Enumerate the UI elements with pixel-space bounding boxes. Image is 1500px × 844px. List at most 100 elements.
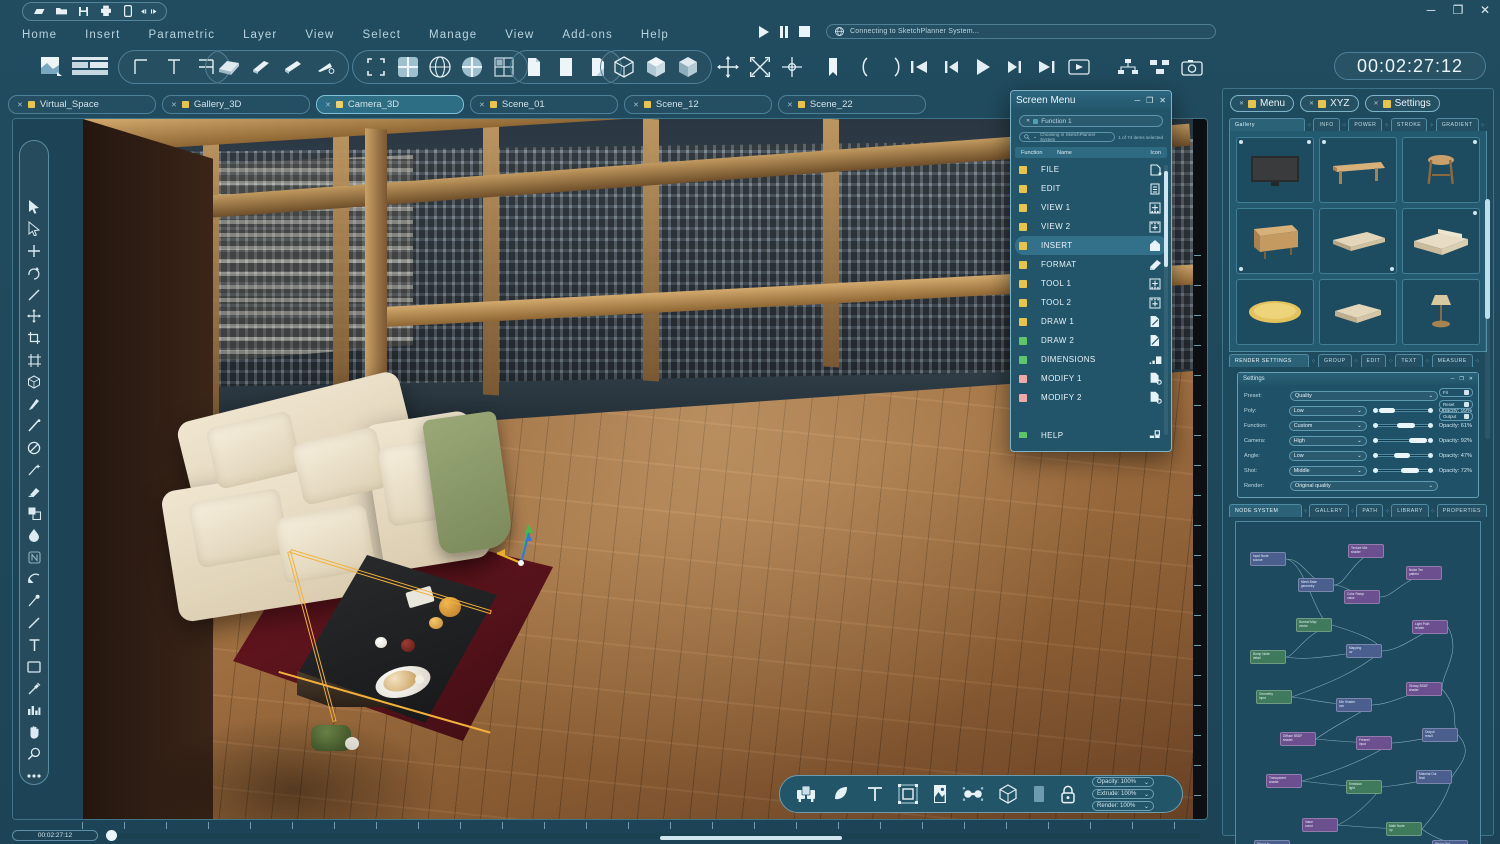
search-input[interactable]: ⌄ Choosing in SketchPlanner System [1019, 132, 1115, 142]
node-item[interactable]: Material Outfinal [1416, 770, 1452, 784]
function-dropdown[interactable]: Custom⌄ [1289, 421, 1367, 431]
align-center-icon[interactable] [161, 54, 187, 80]
cube-icon[interactable] [24, 374, 44, 390]
menu-row-tool2[interactable]: TOOL 2 [1011, 293, 1171, 312]
tab-close-icon[interactable]: ✕ [1309, 100, 1314, 107]
node-item[interactable]: Light Pathrender [1412, 620, 1448, 634]
menu-item-parametric[interactable]: Parametric [134, 29, 229, 41]
gallery-item-cabinet[interactable] [1236, 208, 1314, 274]
render-frame-icon[interactable] [1066, 54, 1092, 80]
tab-render-settings[interactable]: RENDER SETTINGS [1229, 354, 1309, 367]
menu-row-help[interactable]: HELP [1011, 426, 1171, 438]
camera-icon[interactable] [1179, 54, 1205, 80]
node-item[interactable]: Valueconst [1302, 818, 1338, 832]
settings-minimize-button[interactable]: ─ [1451, 376, 1455, 382]
node-item[interactable]: Normal Mapvector [1296, 618, 1332, 632]
folder-icon[interactable] [52, 4, 71, 19]
syringe-icon[interactable] [24, 681, 44, 697]
menu-item-view-2[interactable]: View [491, 29, 548, 41]
gallery-item-ottoman[interactable] [1319, 279, 1397, 345]
swatch-icon[interactable] [1032, 783, 1046, 805]
tab-stroke[interactable]: STROKE [1391, 118, 1427, 131]
timeline-playhead[interactable] [106, 830, 117, 841]
node-item[interactable]: Mix Shadermix [1336, 698, 1372, 712]
node-item[interactable]: Fresnelinput [1356, 736, 1392, 750]
menu-row-insert[interactable]: INSERT [1015, 236, 1167, 255]
panel-tab-menu[interactable]: ✕Menu [1230, 95, 1294, 112]
selection-frame-icon[interactable] [363, 54, 389, 80]
tab-scene-01[interactable]: ✕Scene_01 [470, 95, 618, 114]
node-graph-canvas[interactable]: Input Nodesource Mesh Basegeometry Textu… [1235, 521, 1481, 844]
tab-close-icon[interactable]: ✕ [787, 101, 793, 109]
tab-virtual-space[interactable]: ✕Virtual_Space [8, 95, 156, 114]
poly-slider[interactable] [1373, 406, 1433, 416]
hand-icon[interactable] [24, 724, 44, 740]
tab-library[interactable]: LIBRARY [1391, 504, 1429, 517]
node-item[interactable]: Diffuse BSDFshader [1280, 732, 1316, 746]
tab-properties[interactable]: PROPERTIES [1437, 504, 1487, 517]
right-panel-scrollbar[interactable] [1485, 199, 1490, 439]
tab-edit[interactable]: EDIT [1361, 354, 1387, 367]
view1-icon[interactable] [1147, 201, 1163, 215]
insert-icon[interactable] [1147, 239, 1163, 253]
curve-icon[interactable] [24, 571, 44, 587]
node-item[interactable]: Outputresult [1422, 728, 1458, 742]
view2-icon[interactable] [1147, 220, 1163, 234]
tab-scene-12[interactable]: ✕Scene_12 [624, 95, 772, 114]
tool2-icon[interactable] [1147, 296, 1163, 310]
chart-icon[interactable] [24, 702, 44, 718]
droplet-icon[interactable] [24, 527, 44, 543]
cube-shaded-icon[interactable] [675, 54, 701, 80]
help-icon[interactable] [1147, 429, 1163, 439]
angle-dropdown[interactable]: Low⌄ [1289, 451, 1367, 461]
more-options-icon[interactable] [24, 768, 44, 784]
edit-icon[interactable] [1147, 182, 1163, 196]
node-link-icon[interactable] [962, 783, 984, 805]
page-single-icon[interactable] [521, 54, 547, 80]
tab-measure[interactable]: MEASURE [1432, 354, 1473, 367]
node-box-icon[interactable] [24, 549, 44, 565]
step-back-icon[interactable] [938, 54, 964, 80]
draw2-icon[interactable] [1147, 334, 1163, 348]
node-item[interactable]: Bump Nodedetail [1250, 650, 1286, 664]
dimensions-icon[interactable] [1147, 353, 1163, 367]
stroke-line-icon[interactable] [24, 615, 44, 631]
direct-select-icon[interactable] [24, 221, 44, 237]
menu-row-edit[interactable]: EDIT [1011, 179, 1171, 198]
fill-icon[interactable] [24, 505, 44, 521]
tab-node-system[interactable]: NODE SYSTEM [1229, 504, 1302, 517]
align-left-icon[interactable] [129, 54, 155, 80]
node-item[interactable]: Noise Texpattern [1406, 566, 1442, 580]
dialog-close-button[interactable]: ✕ [1159, 96, 1166, 105]
menu-item-view[interactable]: View [291, 29, 348, 41]
viewport-preset-icon[interactable] [38, 54, 64, 80]
save-icon[interactable] [74, 4, 93, 19]
tab-close-icon[interactable]: ✕ [17, 101, 23, 109]
dialog-scrollbar[interactable] [1164, 165, 1168, 435]
layout-preset-icon[interactable] [70, 54, 110, 80]
node-item[interactable]: Math Nodeop [1386, 822, 1422, 836]
function-tab-close-icon[interactable]: ✕ [1026, 118, 1030, 124]
menu-row-file[interactable]: FILE [1011, 160, 1171, 179]
print-icon[interactable] [96, 4, 115, 19]
gallery-item-sofa[interactable] [1402, 208, 1480, 274]
line-icon[interactable] [24, 287, 44, 303]
cube-solid-icon[interactable] [643, 54, 669, 80]
bracket-open-icon[interactable] [852, 54, 878, 80]
format-icon[interactable] [1147, 258, 1163, 272]
transform-icon[interactable] [24, 308, 44, 324]
white-object[interactable] [375, 637, 387, 648]
artboard-icon[interactable] [24, 352, 44, 368]
rectangle-icon[interactable] [24, 659, 44, 675]
tab-text[interactable]: TEXT [1395, 354, 1422, 367]
brush-icon[interactable] [24, 418, 44, 434]
image-icon[interactable] [932, 783, 948, 805]
grid-quad-icon[interactable] [395, 54, 421, 80]
play-button[interactable] [758, 25, 770, 39]
tiny-object[interactable] [415, 675, 424, 684]
page-blank-icon[interactable] [553, 54, 579, 80]
maximize-button[interactable]: ❐ [1451, 3, 1465, 17]
node-item[interactable]: Emissionlight [1346, 780, 1382, 794]
opacity-dropdown[interactable]: Opacity: 100%⌄ [1092, 777, 1154, 787]
undo-redo-icon[interactable] [140, 4, 159, 19]
